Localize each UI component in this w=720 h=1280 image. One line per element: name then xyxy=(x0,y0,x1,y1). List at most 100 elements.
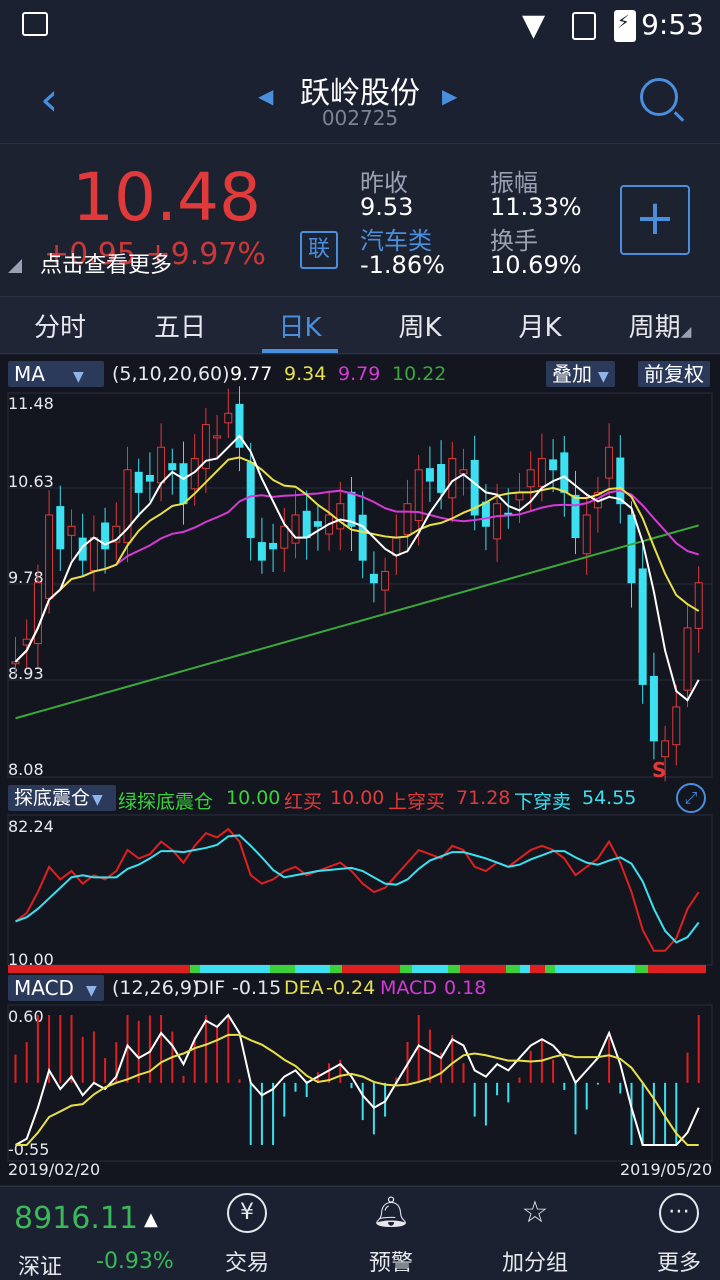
macd-histogram xyxy=(14,1015,700,1145)
candle-body xyxy=(582,514,591,555)
y-tick-label: 8.08 xyxy=(8,760,44,779)
search-icon[interactable] xyxy=(640,78,678,116)
candle-body xyxy=(549,459,558,471)
candle-body xyxy=(694,582,703,629)
kline-chart-area[interactable]: MA ▼ (5,10,20,60) 9.77 9.34 9.79 10.22 叠加… xyxy=(0,355,720,1185)
candle-body xyxy=(269,542,278,550)
signal-segment xyxy=(448,965,460,973)
nav-alert[interactable]: 🔔︎ 预警 xyxy=(336,1193,446,1277)
ma5-line xyxy=(14,434,700,702)
indicator-ymax: 82.24 xyxy=(8,817,54,836)
candle-body xyxy=(134,471,143,493)
signal-segment xyxy=(400,965,412,973)
active-tab-indicator xyxy=(262,349,338,353)
candle-body xyxy=(493,503,502,540)
next-stock-icon[interactable]: ▶ xyxy=(442,84,457,108)
add-watchlist-button[interactable]: + xyxy=(620,185,690,255)
index-name: 深证 xyxy=(18,1255,63,1280)
tab-monthly-k[interactable]: 月K xyxy=(480,307,600,344)
candle-body xyxy=(89,537,98,572)
tab-daily-k[interactable]: 日K xyxy=(240,307,360,344)
more-icon: ⋯ xyxy=(659,1193,699,1233)
nav-trade-label: 交易 xyxy=(224,1251,269,1276)
gallery-icon xyxy=(22,12,48,36)
candle-body xyxy=(145,474,154,482)
sell-signal-mark: S xyxy=(652,758,666,782)
candle-body xyxy=(683,627,692,691)
candle-body xyxy=(560,452,569,493)
candle-body xyxy=(638,568,647,685)
no-sim-icon xyxy=(572,12,596,40)
nav-add-group[interactable]: ☆ 加分组 xyxy=(480,1193,590,1277)
candle-body xyxy=(11,661,20,665)
linked-button[interactable]: 联 xyxy=(300,231,338,269)
indicator-cyan-line xyxy=(15,834,700,944)
candle-body xyxy=(481,501,490,527)
view-more-hint[interactable]: 点击查看更多 xyxy=(40,247,172,279)
tab-intraday[interactable]: 分时 xyxy=(0,307,120,344)
signal-segment xyxy=(342,965,400,973)
index-value[interactable]: 8916.11 xyxy=(14,1201,138,1236)
nav-more-label: 更多 xyxy=(656,1251,701,1276)
bell-icon: 🔔︎ xyxy=(371,1195,411,1230)
candle-body xyxy=(45,514,54,599)
candle-body xyxy=(157,446,166,484)
signal-segment xyxy=(555,965,565,973)
signal-segment xyxy=(545,965,555,973)
bottom-bar: 8916.11 ▲ 深证 -0.93% ¥ 交易 🔔︎ 预警 ☆ 加分组 ⋯ 更多 xyxy=(0,1186,720,1280)
signal-segment xyxy=(8,965,190,973)
candle-body xyxy=(661,740,670,758)
candle-body xyxy=(616,457,625,505)
candle-body xyxy=(358,514,367,561)
signal-segment xyxy=(460,965,506,973)
star-icon: ☆ xyxy=(521,1195,549,1230)
candle-body xyxy=(56,506,65,550)
tab-period-label: 周期 xyxy=(628,313,681,343)
up-arrow-icon: ▲ xyxy=(144,1209,158,1230)
tab-weekly-k[interactable]: 周K xyxy=(360,307,480,344)
kline-svg: 11.48 10.63 9.78 8.93 8.08 S 82.24 10.00… xyxy=(7,386,713,1179)
nav-alert-label: 预警 xyxy=(368,1251,413,1276)
signal-segment xyxy=(530,965,545,973)
tab-period[interactable]: 周期◢ xyxy=(600,307,720,344)
ma60-line xyxy=(15,524,699,720)
candle-body xyxy=(213,435,222,439)
candle-body xyxy=(168,463,177,471)
candle-body xyxy=(627,514,636,584)
candle-body xyxy=(437,463,446,493)
tab-five-day[interactable]: 五日 xyxy=(120,307,240,344)
amplitude-value: 11.33% xyxy=(490,193,582,221)
candle-body xyxy=(302,510,311,539)
period-tabs: 分时 五日 日K 周K 月K 周期◢ xyxy=(0,296,720,354)
dif-line xyxy=(15,1013,700,1146)
yuan-exchange-icon: ¥ xyxy=(227,1193,267,1233)
candle-body xyxy=(425,468,434,482)
current-price: 10.48 xyxy=(72,159,261,236)
candle-body xyxy=(369,573,378,584)
ma20-line xyxy=(14,489,699,663)
signal-segment xyxy=(330,965,342,973)
candle-body xyxy=(336,503,345,530)
signal-segment xyxy=(648,965,706,973)
nav-more[interactable]: ⋯ 更多 xyxy=(624,1193,720,1277)
index-change: -0.93% xyxy=(96,1249,174,1274)
status-bar: ▼ 9:53 xyxy=(0,0,720,52)
candle-body xyxy=(224,412,233,424)
candle-body xyxy=(67,525,76,536)
candle-body xyxy=(605,446,614,479)
signal-segment xyxy=(520,965,530,973)
corner-triangle-icon: ◢ xyxy=(680,324,692,340)
corner-triangle-icon xyxy=(8,259,22,273)
nav-trade[interactable]: ¥ 交易 xyxy=(192,1193,302,1277)
signal-segment xyxy=(295,965,330,973)
candle-body xyxy=(392,537,401,556)
candle-body xyxy=(257,542,266,561)
date-start: 2019/02/20 xyxy=(8,1160,100,1179)
clock: 9:53 xyxy=(641,8,704,41)
candle-body xyxy=(246,462,255,539)
candle-body xyxy=(403,503,412,535)
wifi-icon: ▼ xyxy=(522,8,546,43)
battery-icon xyxy=(614,10,636,42)
signal-segment xyxy=(506,965,520,973)
candle-body xyxy=(291,514,300,544)
